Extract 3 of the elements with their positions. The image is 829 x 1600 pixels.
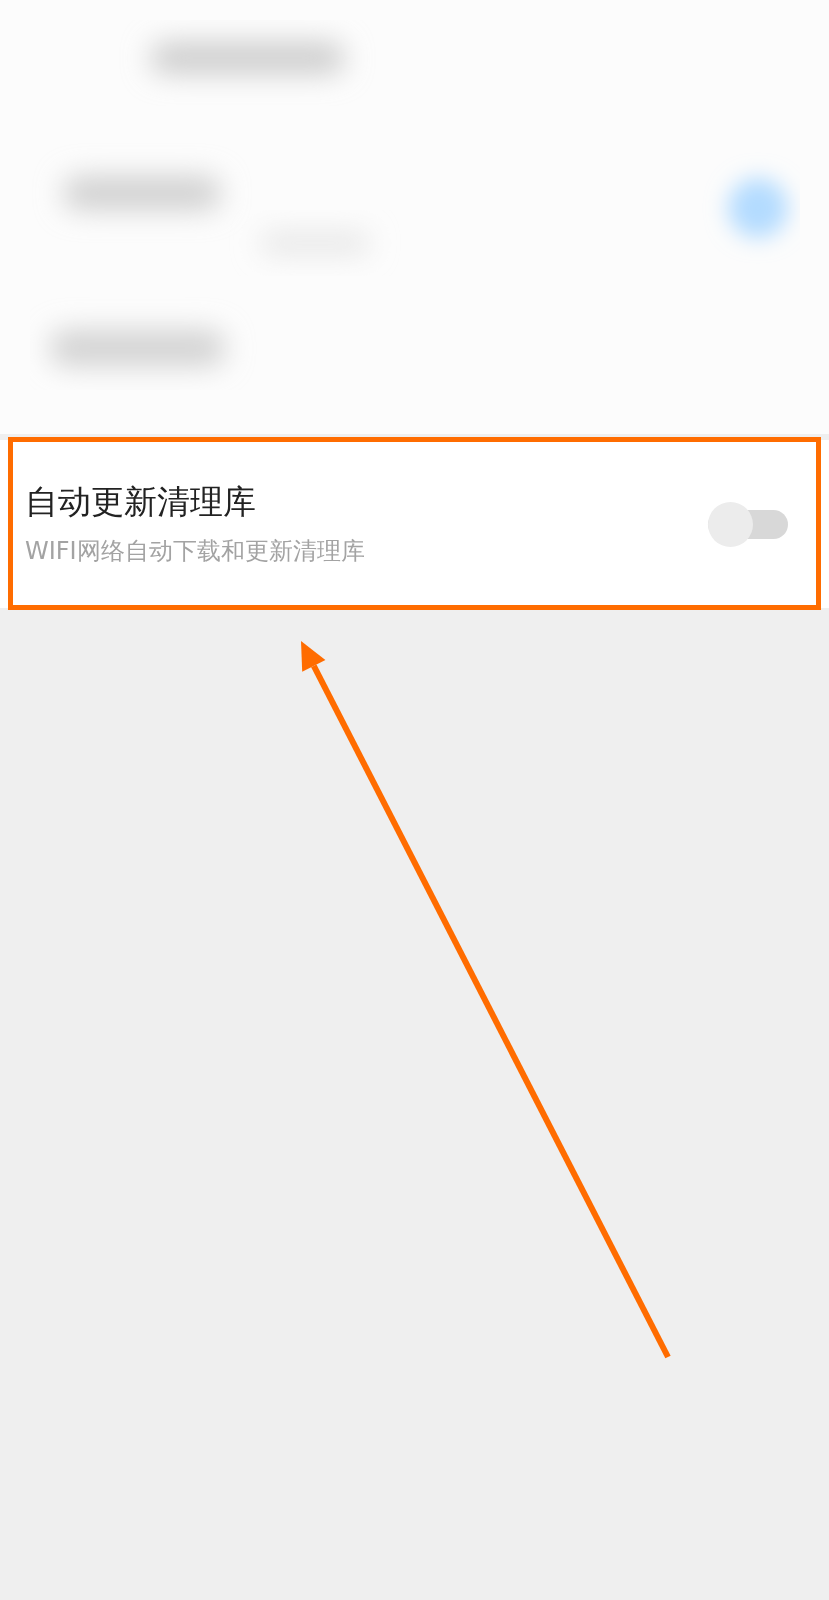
setting-description: WIFI网络自动下载和更新清理库	[25, 536, 365, 566]
setting-title: 自动更新清理库	[25, 482, 257, 522]
toggle-switch[interactable]	[708, 501, 788, 547]
